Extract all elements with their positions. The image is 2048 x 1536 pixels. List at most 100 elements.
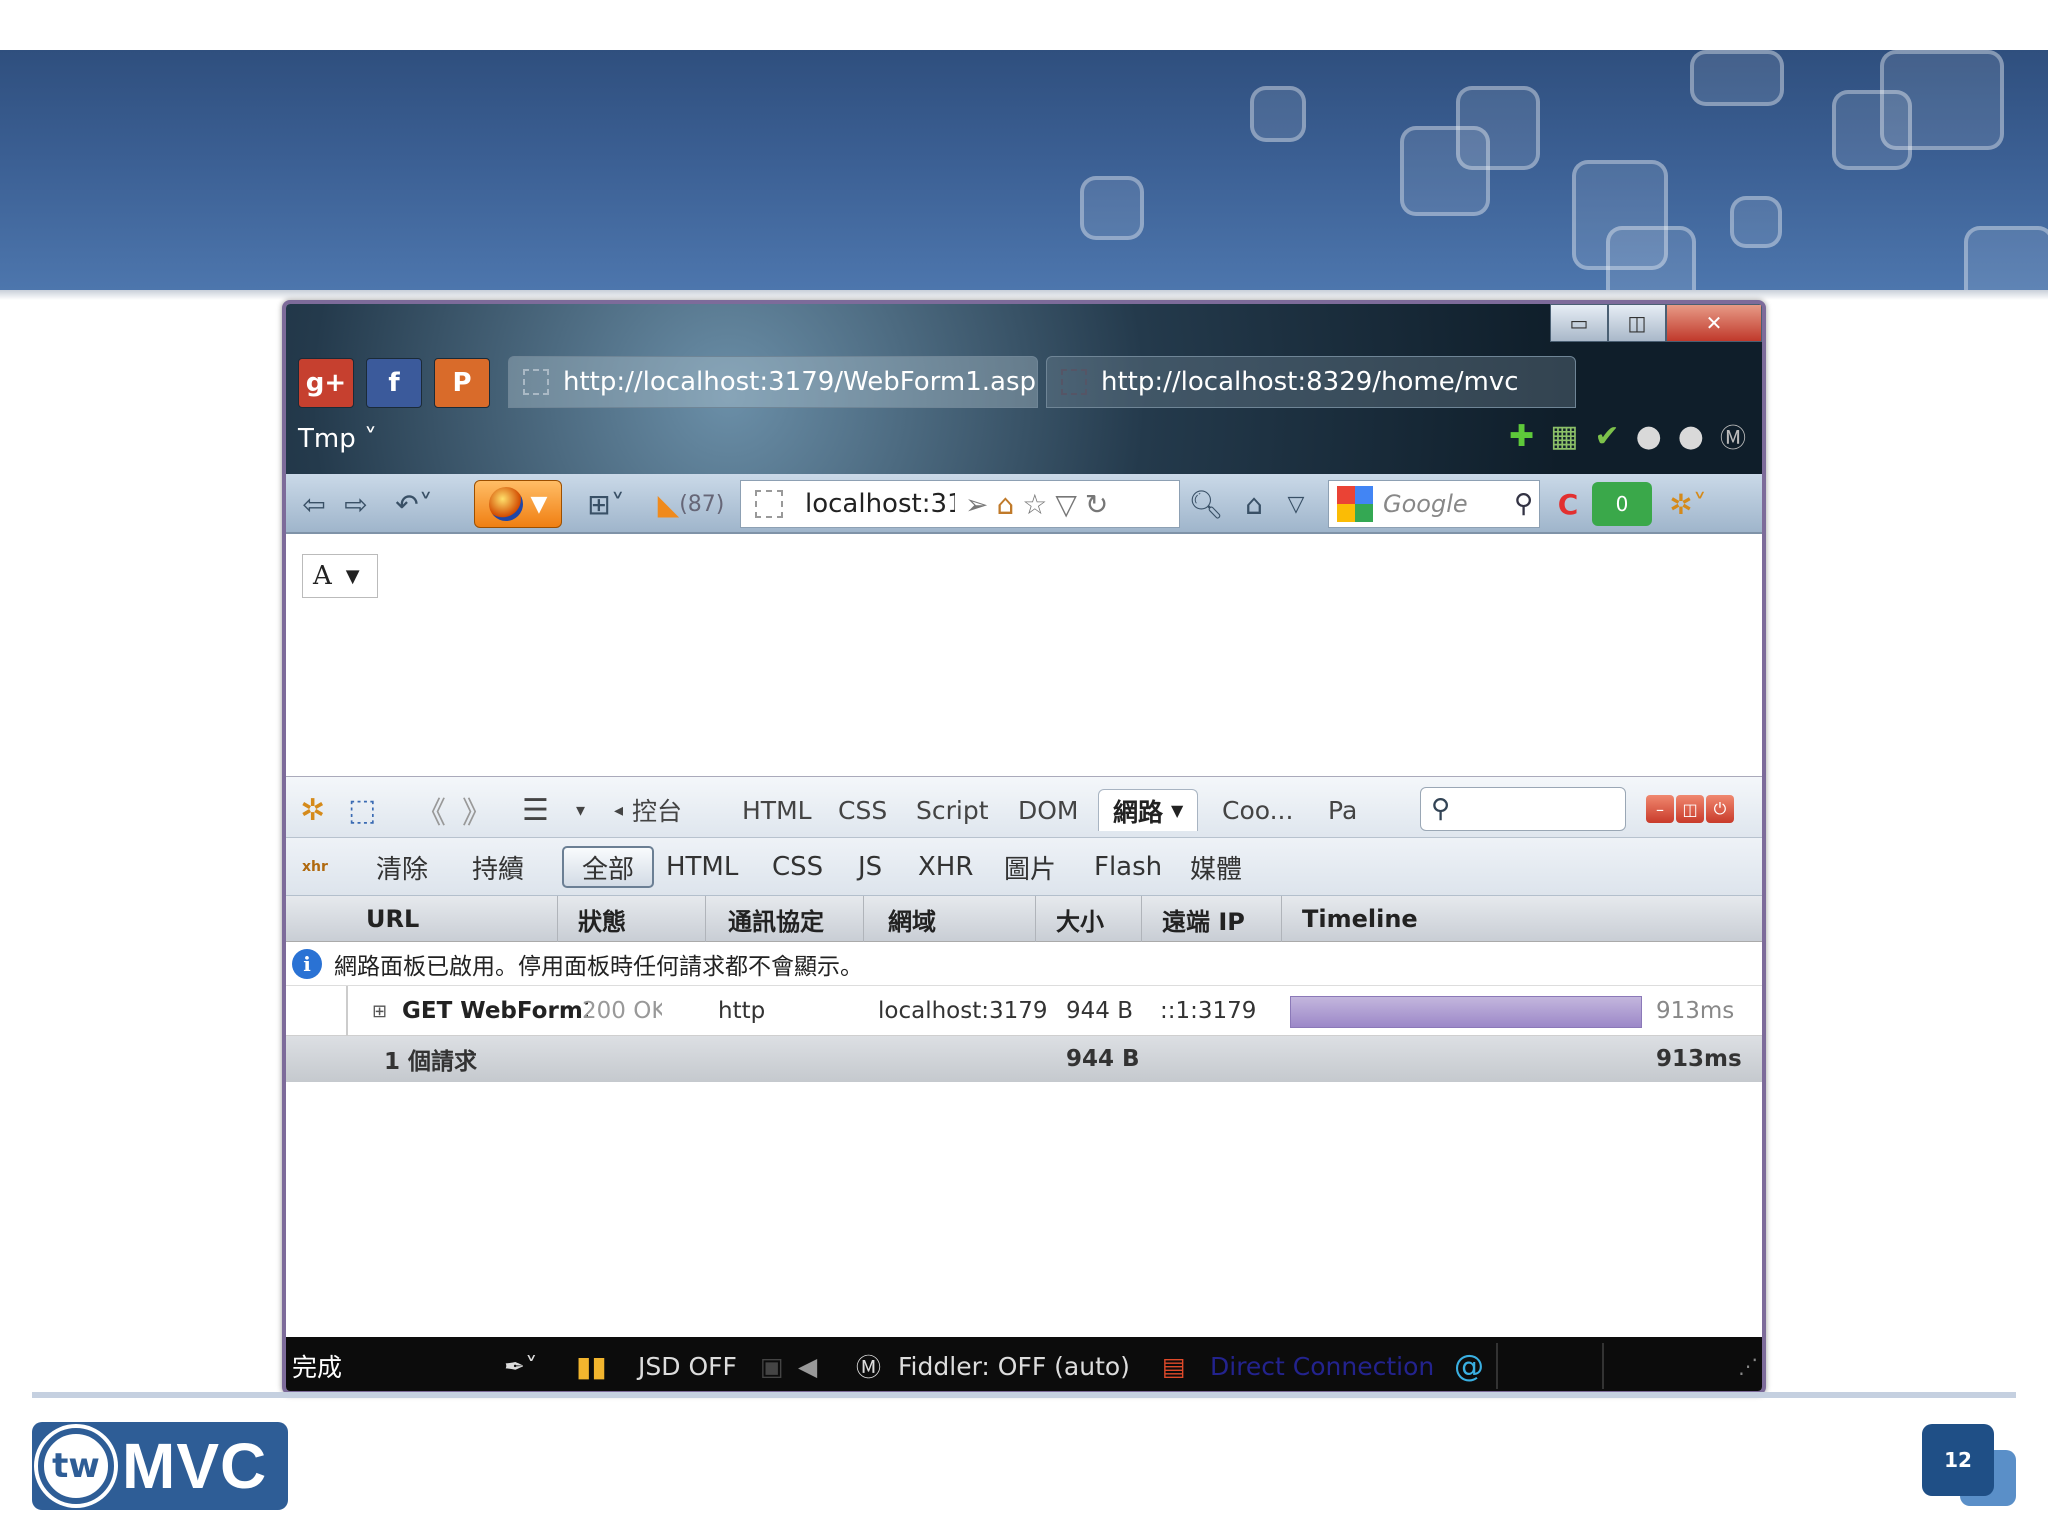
title-bar[interactable]: ▭ ◫ ✕ g+ f P http://localhost:3179/WebFo… [286,304,1762,534]
tab-dom[interactable]: DOM [1018,789,1079,831]
close-button[interactable]: ✕ [1666,304,1762,342]
pen-icon[interactable]: ✒˅ [504,1337,537,1391]
detach-firebug-icon[interactable]: ◫ [1676,795,1704,823]
divider [1496,1343,1498,1389]
inspect-icon[interactable]: ⬚ [348,789,376,831]
clipboard-icon[interactable]: ▤ [1162,1337,1186,1391]
at-icon[interactable]: @ [1454,1337,1484,1391]
google-plus-icon[interactable]: g+ [298,358,354,408]
facebook-icon[interactable]: f [366,358,422,408]
reload-icon[interactable]: ↻ [1085,488,1116,521]
undo-icon[interactable]: ↶˅ [384,482,444,526]
connection-status[interactable]: Direct Connection [1210,1337,1434,1391]
page-content: A ▼ [286,536,1762,776]
tab-network[interactable]: 網路 ▼ [1098,789,1199,831]
circle-icon[interactable]: ● [1636,419,1662,454]
column-timeline[interactable]: Timeline [1282,896,1762,942]
filter-css-button[interactable]: CSS [772,846,823,888]
persist-button[interactable]: 持續 [472,846,524,888]
next-icon[interactable]: 》 [462,789,492,831]
browser-window[interactable]: ▭ ◫ ✕ g+ f P http://localhost:3179/WebFo… [282,300,1766,1395]
decor-square [1880,50,2004,150]
home-icon[interactable]: ⌂ [996,488,1022,521]
tab-html[interactable]: HTML [742,789,812,831]
column-domain[interactable]: 網域 [864,896,1036,942]
filter-images-button[interactable]: 圖片 [1004,846,1056,888]
tab-home-mvc[interactable]: http://localhost:8329/home/mvc [1046,356,1576,408]
resize-grip-icon[interactable]: ⋰ [1738,1337,1758,1391]
close-firebug-icon[interactable]: ⏻ [1706,795,1734,823]
restore-button[interactable]: ◫ [1608,304,1666,342]
chevron-left-icon[interactable]: ◂ [614,789,623,831]
search-icon[interactable]: ⚲ [1514,489,1533,519]
addon-c-icon[interactable]: C [1548,482,1588,526]
bars-icon[interactable]: ▮▮ [576,1337,607,1391]
filter-xhr-button[interactable]: XHR [918,846,973,888]
firefox-menu-button[interactable]: ▼ [474,480,562,528]
filter-media-button[interactable]: 媒體 [1190,846,1242,888]
tab-webform1[interactable]: http://localhost:3179/WebForm1.aspx [508,356,1038,408]
request-time: 913ms [1656,998,1735,1024]
minimize-firebug-icon[interactable]: – [1646,795,1674,823]
rss-feed-button[interactable]: ◣ (87) [646,482,736,526]
check-icon[interactable]: ✔ [1594,419,1619,454]
page-number: 12 [1922,1424,1994,1496]
xhr-icon[interactable]: xhr [302,846,328,888]
home-icon[interactable]: ⌂ [1232,482,1276,526]
menu-m-icon[interactable]: Ⓜ [856,1337,881,1391]
column-remote-ip[interactable]: 遠端 IP [1142,896,1282,942]
decor-square [1456,86,1540,170]
chevron-down-icon[interactable]: ▽ [1055,488,1085,521]
address-bar[interactable]: localhost:3179/WebForm1.aspx ➢⌂☆▽↻ [740,480,1180,528]
fiddler-status[interactable]: Fiddler: OFF (auto) [898,1337,1130,1391]
page-favicon-icon [1061,369,1087,395]
column-url[interactable]: URL [286,896,558,942]
jsd-status[interactable]: JSD OFF [638,1337,737,1391]
minimize-button[interactable]: ▭ [1550,304,1608,342]
tab-css[interactable]: CSS [838,789,887,831]
request-protocol: http [718,998,766,1024]
filter-js-button[interactable]: JS [858,846,882,888]
column-size[interactable]: 大小 [1036,896,1142,942]
table-row[interactable]: ⊞ GET WebForm1 200 OK http localhost:317… [286,986,1762,1036]
firebug-search-input[interactable]: ⚲ [1420,787,1626,831]
send-icon[interactable]: ➢ [965,488,996,521]
column-status[interactable]: 狀態 [558,896,706,942]
addon-counter[interactable]: 0 [1592,482,1652,526]
firebug-icon[interactable]: ✲ [300,789,325,831]
tab-title: http://localhost:8329/home/mvc [1101,367,1519,397]
forward-icon[interactable]: ⇨ [336,482,376,526]
search-tool-icon[interactable]: 🔍︎ [1184,482,1228,526]
chevron-down-icon[interactable]: ▽ [1276,482,1316,526]
search-box[interactable]: Google ⚲ [1328,480,1540,528]
chevron-down-icon[interactable]: ▾ [576,789,585,831]
previous-icon[interactable]: 《 [416,789,446,831]
filter-all-button[interactable]: 全部 [562,846,655,888]
filter-html-button[interactable]: HTML [666,846,738,888]
tab-script[interactable]: Script [916,789,989,831]
column-protocol[interactable]: 通訊協定 [706,896,864,942]
back-arrow-icon[interactable]: ◀ [798,1337,817,1391]
addon-icon[interactable]: ▣ [760,1337,784,1391]
filter-flash-button[interactable]: Flash [1094,846,1162,888]
list-icon[interactable]: ☰ [522,789,549,831]
firebug-icon[interactable]: ✲˅ [1658,482,1718,526]
clear-button[interactable]: 清除 [376,846,428,888]
menu-label: Tmp [298,424,356,454]
grid-icon[interactable]: ⊞˅ [576,482,636,526]
add-icon[interactable]: ✚ [1509,419,1534,454]
font-dropdown[interactable]: A ▼ [302,554,378,598]
presentation-icon[interactable]: P [434,358,490,408]
back-icon[interactable]: ⇦ [294,482,334,526]
bookmark-menu[interactable]: Tmp ˅ [298,424,377,454]
expand-icon[interactable]: ⊞ [372,986,387,1036]
star-icon[interactable]: ☆ [1022,488,1055,521]
tab-page[interactable]: Pa [1328,789,1358,831]
menu-m-icon[interactable]: Ⓜ [1720,418,1746,455]
circle-icon[interactable]: ● [1678,419,1704,454]
tab-cookies[interactable]: Coo... [1222,789,1293,831]
tab-console[interactable]: 控台 [632,789,682,831]
calendar-icon[interactable]: ▦ [1550,419,1578,454]
twmvc-logo: tw MVC [32,1422,288,1510]
chevron-down-icon: ▼ [530,491,548,517]
